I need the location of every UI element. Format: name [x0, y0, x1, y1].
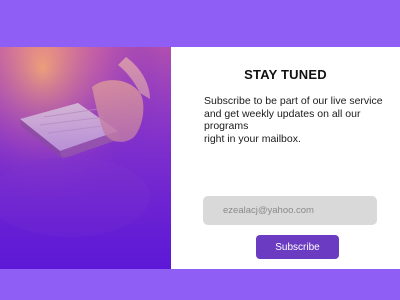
open-book-illustration: [0, 47, 171, 269]
page-frame: STAY TUNED Subscribe to be part of our l…: [0, 0, 400, 300]
newsletter-description: Subscribe to be part of our live service…: [204, 95, 383, 145]
newsletter-title: STAY TUNED: [244, 67, 327, 82]
subscribe-button[interactable]: Subscribe: [256, 235, 339, 259]
email-field[interactable]: ezealacj@yahoo.com: [203, 196, 377, 225]
hero-image: [0, 47, 171, 269]
newsletter-card: STAY TUNED Subscribe to be part of our l…: [0, 47, 400, 269]
newsletter-content: STAY TUNED Subscribe to be part of our l…: [171, 47, 400, 269]
